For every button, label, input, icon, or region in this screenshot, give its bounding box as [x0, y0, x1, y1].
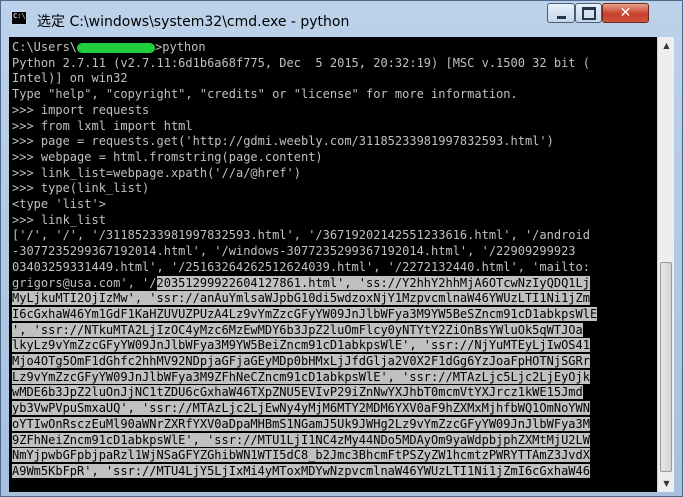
console-line-text: oYTIwOnRsczEuMl90aWNrZXRfYXV0aDpaMHBmS1N… [12, 416, 590, 431]
console-line-text: >>> page = requests.get('http://gdmi.wee… [12, 134, 554, 149]
console-line: MyLjkuMTI2OjIzMw', 'ssr://anAuYmlsaWJpbG… [12, 291, 590, 306]
close-button[interactable]: ✕ [602, 3, 649, 23]
maximize-button[interactable] [575, 3, 602, 23]
console-line: NmYjpwbGFpbjpaRzl1WjNSaGFYZGhibWN1WTI5dC… [12, 448, 590, 463]
console-line: Intel)] on win32 [12, 71, 128, 85]
console-line-text-after: >python [155, 40, 206, 54]
console-line-text: ', 'ssr://NTkuMTA2LjIzOC4yMzc6MzEwMDY6b3… [12, 322, 583, 337]
console-line-text: yb3VwPVpuSmxaUQ', 'ssr://MTAzLjc2LjEwNy4… [12, 401, 590, 416]
console-line: >>> webpage = html.fromstring(page.conte… [12, 150, 323, 164]
scroll-down-arrow-icon[interactable]: ▼ [659, 475, 674, 492]
scroll-up-arrow-icon[interactable]: ▲ [659, 37, 674, 54]
console-line: ['/', '/', '/31185233981997832593.html',… [12, 228, 590, 242]
console-line-text: A9Wm5KbFpR', 'ssr://MTU4LjY5LjIxMi4yMTox… [12, 463, 590, 478]
console-line-text: >>> import requests [12, 102, 150, 117]
console-line: lkyLz9vYmZzcGFyYW09JnJlbWFya3M9YW5BeiZnc… [12, 338, 590, 353]
console-line: yb3VwPVpuSmxaUQ', 'ssr://MTAzLjc2LjEwNy4… [12, 401, 590, 416]
scrollbar-thumb[interactable] [660, 262, 672, 472]
console-line-text: >>> type(link_list) [12, 181, 150, 196]
console-line: >>> page = requests.get('http://gdmi.wee… [12, 134, 554, 148]
console-line-text: Lz9vYmZzcGFyYW09JnJlbWFya3M9ZFhNeCZncm91… [12, 369, 590, 384]
console-line-text: 9ZFhNeiZncm91cD1abkpsWlE', 'ssr://MTU1Lj… [12, 432, 590, 447]
console-line: >>> import requests [12, 103, 149, 117]
console-line: >>> from lxml import html [12, 119, 193, 133]
console-line: <type 'list'> [12, 197, 106, 211]
window-title: 选定 C:\windows\system32\cmd.exe - python [37, 14, 350, 30]
console-line-text: Intel)] on win32 [12, 71, 128, 86]
console-line: grigors@usa.com', '/20351299922604127861… [12, 275, 590, 290]
selected-text: 20351299922604127861.html', 'ss://Y2hhY2… [156, 275, 590, 290]
console-line-text: ['/', '/', '/31185233981997832593.html',… [12, 228, 590, 243]
vertical-scrollbar[interactable]: ▲ ▼ [657, 37, 674, 492]
console-line: >>> link_list=webpage.xpath('//a/@href') [12, 166, 301, 180]
console-output[interactable]: C:\Users\ >python Python 2.7.11 (v2.7.11:6… [9, 37, 657, 492]
console-line-text: Python 2.7.11 (v2.7.11:6d1b6a68f775, Dec… [12, 55, 590, 70]
console-line-text: wMDE6b3JpZ2luOnJjNC1tZDU6cGxhaW46TXpZNU5… [12, 385, 583, 400]
console-line: ', 'ssr://NTkuMTA2LjIzOC4yMzc6MzEwMDY6b3… [12, 322, 583, 337]
console-line: oYTIwOnRsczEuMl90aWNrZXRfYXV0aDpaMHBmS1N… [12, 416, 590, 431]
console-line: -3077235299367192014.html', '/windows-30… [12, 244, 576, 258]
console-line: 9ZFhNeiZncm91cD1abkpsWlE', 'ssr://MTU1Lj… [12, 432, 590, 447]
console-line-text: NmYjpwbGFpbjpaRzl1WjNSaGFYZGhibWN1WTI5dC… [12, 448, 590, 463]
console-line-text: MyLjkuMTI2OjIzMw', 'ssr://anAuYmlsaWJpbG… [12, 291, 590, 306]
title-bar[interactable]: 选定 C:\windows\system32\cmd.exe - python … [1, 1, 682, 37]
console-line-text: >>> link_list [12, 212, 106, 227]
cmd-window: 选定 C:\windows\system32\cmd.exe - python … [0, 0, 683, 497]
console-line: Lz9vYmZzcGFyYW09JnJlbWFya3M9ZFhNeCZncm91… [12, 369, 590, 384]
console-line-text: Type "help", "copyright", "credits" or "… [12, 87, 518, 102]
console-line-text: Mjo4OTg5OmF1dGhfc2hhMV92NDpjaGFjaGEyMDp0… [12, 354, 590, 368]
console-line: Python 2.7.11 (v2.7.11:6d1b6a68f775, Dec… [12, 56, 590, 70]
console-line-text: I6cGxhaW46Ym1GdF1KaHZUVUZPUzA4Lz9vYmZzcG… [12, 306, 598, 321]
console-line: Type "help", "copyright", "credits" or "… [12, 87, 518, 101]
console-line-text: grigors@usa.com', '/ [12, 275, 157, 290]
console-line: I6cGxhaW46Ym1GdF1KaHZUVUZPUzA4Lz9vYmZzcG… [12, 306, 598, 321]
redacted-username [77, 42, 156, 53]
console-line: Mjo4OTg5OmF1dGhfc2hhMV92NDpjaGFjaGEyMDp0… [12, 354, 590, 368]
console-line-text: >>> from lxml import html [12, 118, 193, 133]
console-line: A9Wm5KbFpR', 'ssr://MTU4LjY5LjIxMi4yMTox… [12, 463, 590, 478]
cmd-app-icon[interactable] [11, 11, 27, 25]
console-line-text: >>> webpage = html.fromstring(page.conte… [12, 149, 323, 164]
console-line-text: >>> link_list=webpage.xpath('//a/@href') [12, 165, 301, 180]
console-line-text: C:\Users\ [12, 40, 78, 54]
console-line-text: 03403259331449.html', '/2516326426251262… [12, 259, 590, 274]
console-line: >>> type(link_list) [12, 181, 149, 195]
console-line-text: lkyLz9vYmZzcGFyYW09JnJlbWFya3M9YW5BeiZnc… [12, 338, 590, 353]
console-line: C:\Users\ >python [12, 40, 206, 54]
console-line-text: -3077235299367192014.html', '/windows-30… [12, 244, 576, 259]
minimize-button[interactable] [547, 3, 575, 23]
maximize-icon [581, 6, 596, 20]
minimize-icon [556, 15, 566, 19]
close-icon: ✕ [619, 5, 632, 21]
console-line: 03403259331449.html', '/2516326426251262… [12, 260, 590, 274]
console-line-text: <type 'list'> [12, 197, 106, 211]
console-line: wMDE6b3JpZ2luOnJjNC1tZDU6cGxhaW46TXpZNU5… [12, 385, 583, 400]
console-line: >>> link_list [12, 213, 106, 227]
